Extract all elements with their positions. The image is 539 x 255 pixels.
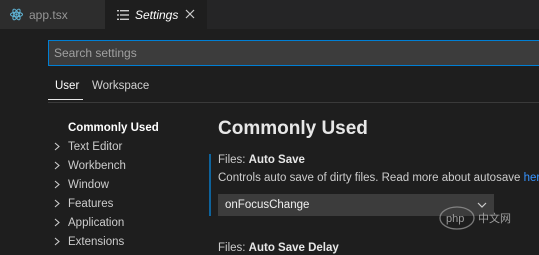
toc-item-label: Extensions <box>68 235 125 248</box>
dropdown-value: onFocusChange <box>225 199 310 211</box>
search-input[interactable] <box>54 42 539 64</box>
tab-user[interactable]: User <box>48 80 83 100</box>
chevron-right-icon <box>54 199 68 208</box>
chevron-right-icon <box>54 161 68 170</box>
svg-text:php: php <box>446 213 464 225</box>
settings-table-of-contents: Commonly Used Text Editor Workbench Wind… <box>54 118 159 251</box>
toc-item-label: Features <box>68 197 114 210</box>
description-text: Controls auto save of dirty files. Read … <box>218 172 524 184</box>
active-tab-underline <box>48 99 83 100</box>
tab-settings[interactable]: Settings <box>105 0 207 29</box>
toc-item-label: Workbench <box>68 159 126 172</box>
tab-label: app.tsx <box>29 7 68 22</box>
setting-category: Files: <box>218 154 249 166</box>
react-icon <box>10 8 23 21</box>
focused-setting-indicator <box>209 154 211 216</box>
auto-save-delay-setting-label: Files: Auto Save Delay <box>218 242 339 254</box>
chevron-right-icon <box>54 142 68 151</box>
tab-workspace-label: Workspace <box>92 80 150 92</box>
toc-item-text-editor[interactable]: Text Editor <box>54 137 159 156</box>
toc-item-features[interactable]: Features <box>54 194 159 213</box>
toc-item-label: Window <box>68 178 109 191</box>
toc-item-commonly-used[interactable]: Commonly Used <box>54 118 159 137</box>
tab-label: Settings <box>135 7 179 22</box>
setting-category: Files: <box>218 242 249 254</box>
autosave-docs-link[interactable]: here <box>524 172 539 184</box>
tab-user-label: User <box>55 80 80 92</box>
auto-save-description: Controls auto save of dirty files. Read … <box>218 172 539 184</box>
chevron-right-icon <box>54 237 68 246</box>
settings-scope-tabs: User Workspace <box>48 80 539 103</box>
settings-list-icon <box>117 9 129 20</box>
search-settings-box[interactable] <box>48 40 539 66</box>
editor-tab-bar: app.tsx Settings <box>0 0 539 29</box>
tab-workspace[interactable]: Workspace <box>92 80 149 92</box>
toc-item-window[interactable]: Window <box>54 175 159 194</box>
php-cn-watermark-logo: php 中文网 <box>438 200 536 236</box>
svg-text:中文网: 中文网 <box>478 211 511 225</box>
chevron-right-icon <box>54 218 68 227</box>
toc-item-label: Commonly Used <box>68 121 159 134</box>
toc-item-label: Application <box>68 216 125 229</box>
toc-item-extensions[interactable]: Extensions <box>54 232 159 251</box>
setting-name: Auto Save <box>248 154 305 166</box>
auto-save-setting-label: Files: Auto Save <box>218 154 305 166</box>
chevron-right-icon <box>54 180 68 189</box>
tab-app-tsx[interactable]: app.tsx <box>0 0 105 29</box>
section-title: Commonly Used <box>218 118 368 139</box>
toc-item-workbench[interactable]: Workbench <box>54 156 159 175</box>
close-icon[interactable] <box>184 8 196 20</box>
toc-item-application[interactable]: Application <box>54 213 159 232</box>
setting-name: Auto Save Delay <box>248 242 339 254</box>
toc-item-label: Text Editor <box>68 140 123 153</box>
